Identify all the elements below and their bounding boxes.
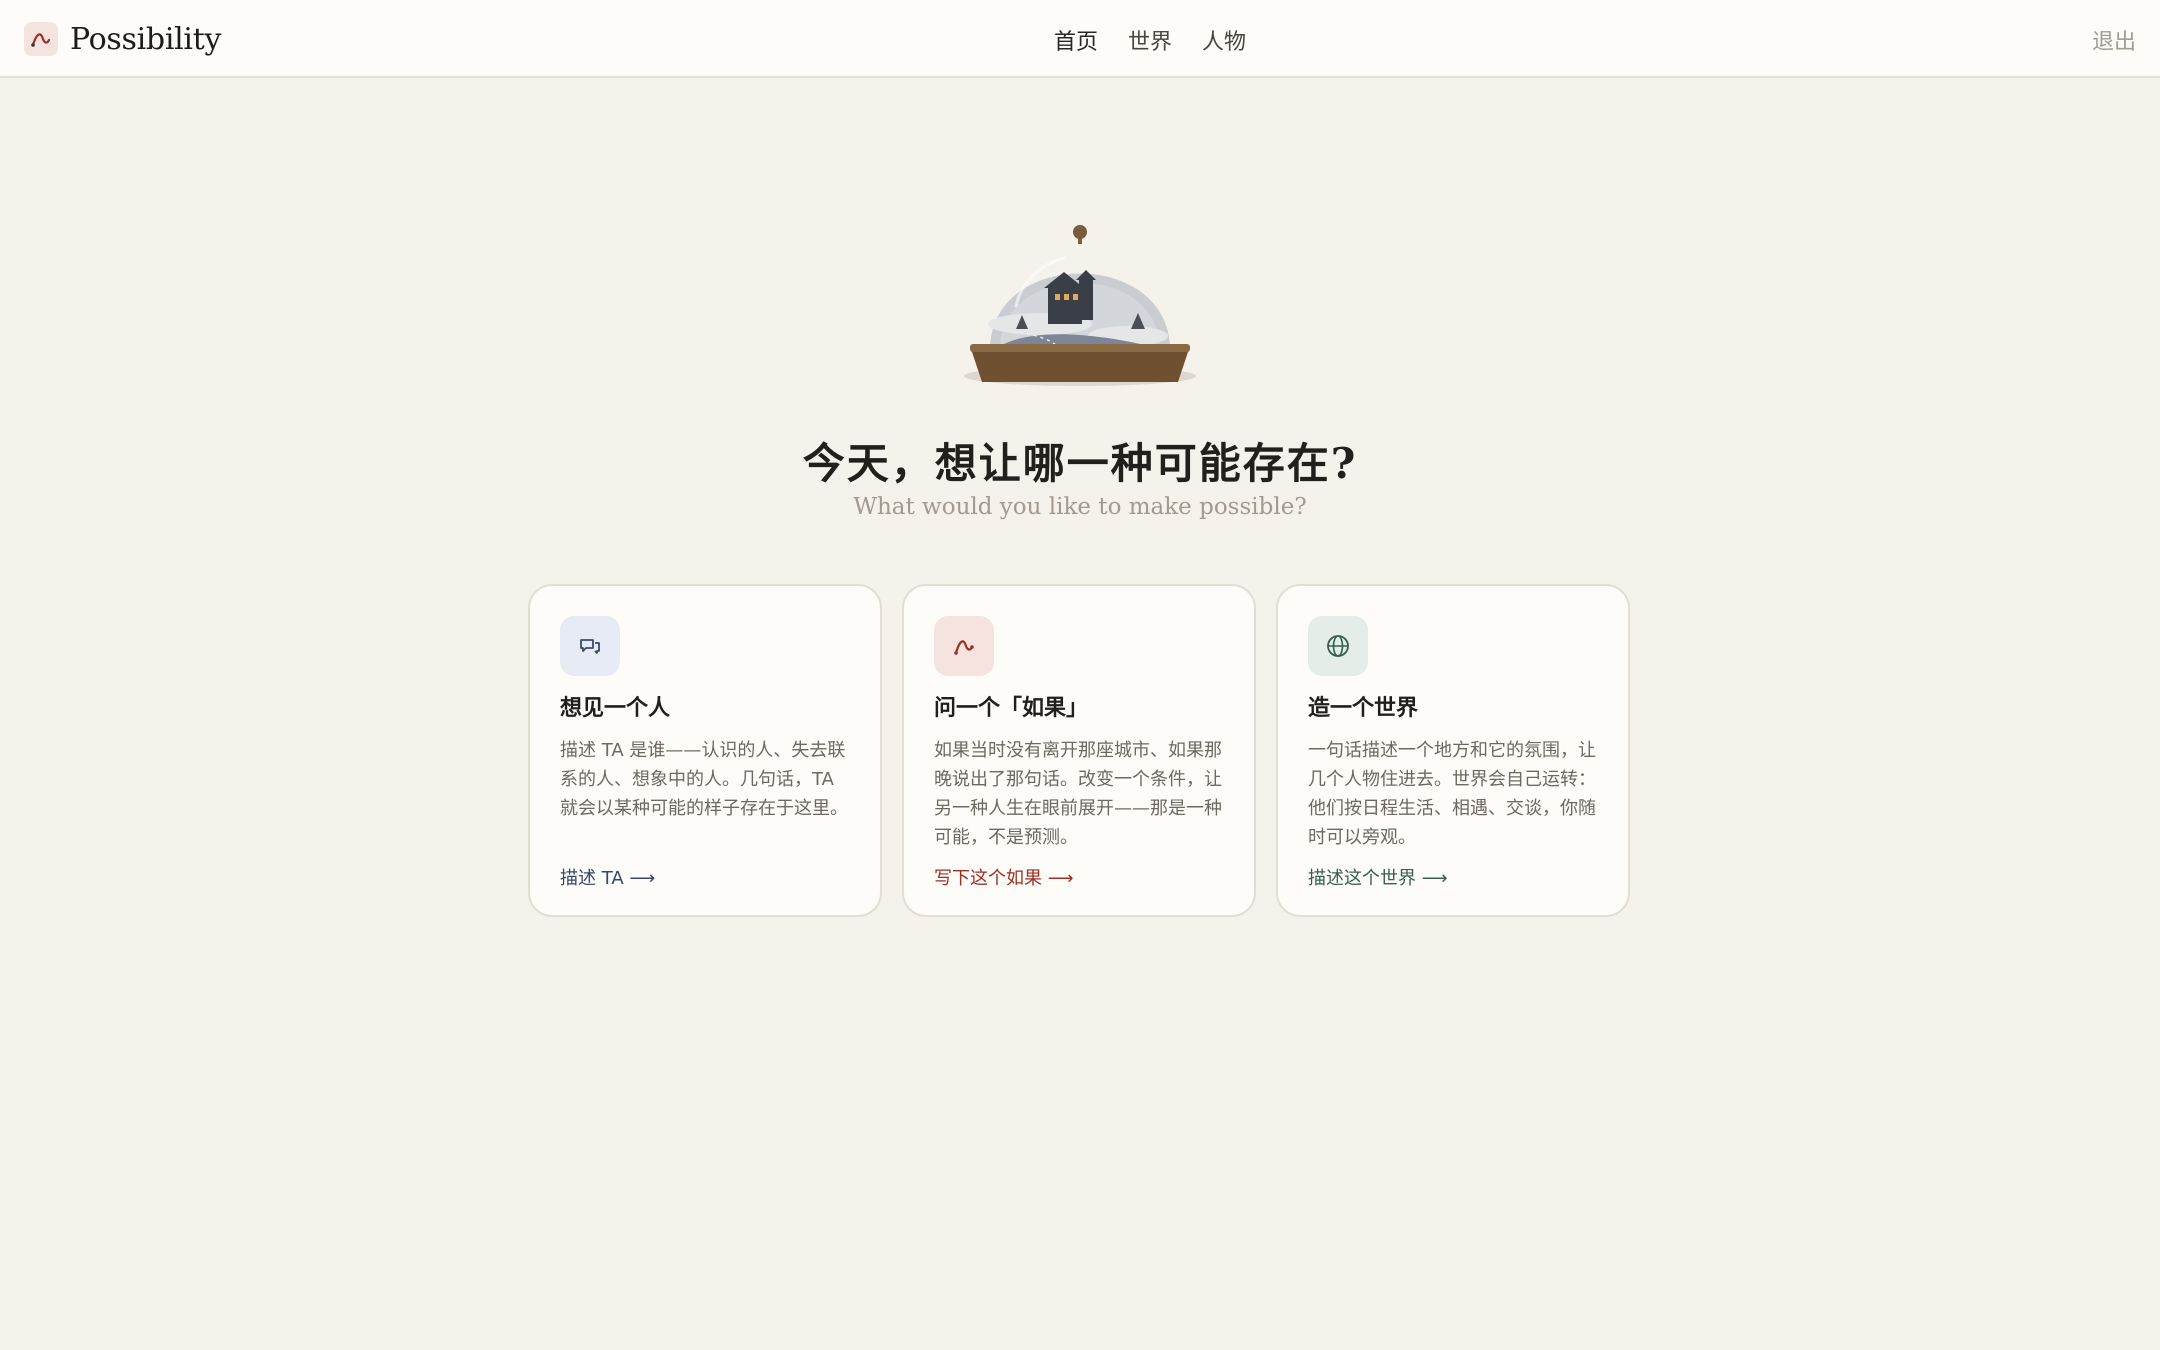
page-subtitle: What would you like to make possible?: [853, 494, 1307, 520]
main-nav: 首页 世界 人物: [1054, 24, 1246, 56]
card-description: 一句话描述一个地方和它的氛围，让几个人物住进去。世界会自己运转：他们按日程生活、…: [1308, 740, 1596, 848]
nav-item-home[interactable]: 首页: [1054, 24, 1098, 56]
card-build-world[interactable]: 造一个世界 一句话描述一个地方和它的氛围，让几个人物住进去。世界会自己运转：他们…: [1276, 584, 1630, 917]
chat-bubble-icon: [560, 616, 620, 676]
describe-world-link[interactable]: 描述这个世界 ⟶: [1308, 864, 1448, 890]
globe-icon: [1308, 616, 1368, 676]
app-logo[interactable]: Possibility: [24, 21, 221, 57]
card-ask-what-if[interactable]: 问一个「如果」 如果当时没有离开那座城市、如果那晚说出了那句话。改变一个条件，让…: [902, 584, 1256, 917]
nav-item-characters[interactable]: 人物: [1202, 24, 1246, 56]
card-title: 问一个「如果」: [934, 695, 1089, 721]
curve-icon: [934, 616, 994, 676]
snow-globe-house-illustration: [960, 218, 1200, 394]
card-description: 描述 TA 是谁——认识的人、失去联系的人、想象中的人。几句话，TA 就会以某种…: [560, 740, 848, 819]
option-cards: 想见一个人 描述 TA 是谁——认识的人、失去联系的人、想象中的人。几句话，TA…: [528, 584, 1630, 917]
write-what-if-link[interactable]: 写下这个如果 ⟶: [934, 864, 1074, 890]
card-description: 如果当时没有离开那座城市、如果那晚说出了那句话。改变一个条件，让另一种人生在眼前…: [934, 740, 1222, 848]
describe-person-link[interactable]: 描述 TA ⟶: [560, 864, 655, 890]
curve-icon: [24, 22, 58, 56]
top-bar: Possibility 首页 世界 人物 退出: [0, 0, 2160, 78]
card-meet-person[interactable]: 想见一个人 描述 TA 是谁——认识的人、失去联系的人、想象中的人。几句话，TA…: [528, 584, 882, 917]
app-name: Possibility: [70, 21, 222, 57]
card-title: 造一个世界: [1308, 695, 1419, 721]
page-title: 今天，想让哪一种可能存在?: [802, 439, 1358, 488]
logout-button[interactable]: 退出: [2092, 24, 2136, 56]
nav-item-worlds[interactable]: 世界: [1128, 24, 1172, 56]
card-title: 想见一个人: [560, 695, 671, 721]
